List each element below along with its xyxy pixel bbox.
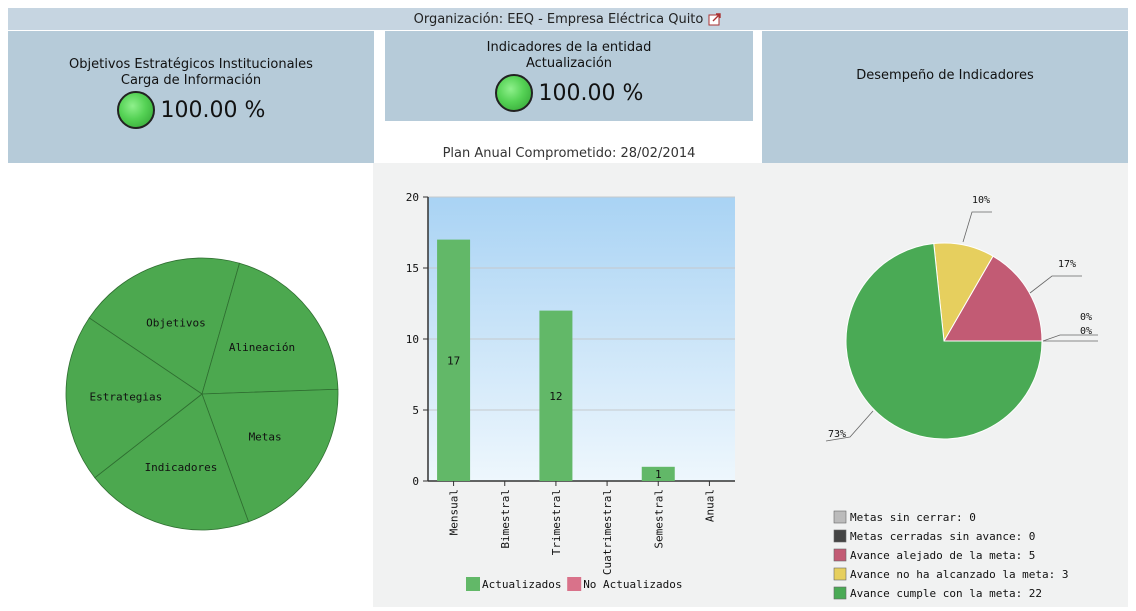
legend-label-avance-cumple-con-la-meta-22: Avance cumple con la meta: 22 (850, 587, 1042, 600)
x-tick-label-trimestral: Trimestral (550, 489, 563, 555)
pie-leader-line (962, 211, 992, 243)
pie-percent-label: 17% (1058, 259, 1076, 270)
legend-swatch-avance-cumple-con-la-meta-22 (833, 586, 847, 600)
performance-header: Desempeño de Indicadores (762, 31, 1128, 163)
legend-label-metas-cerradas-sin-avance-0: Metas cerradas sin avance: 0 (850, 530, 1035, 543)
pie-label-objetivos: Objetivos (146, 316, 206, 329)
y-tick-label: 5 (412, 404, 419, 417)
y-tick-label: 15 (406, 262, 419, 275)
status-indicator-icon (494, 74, 533, 112)
plan-box: Plan Anual Comprometido: 28/02/2014 (385, 121, 753, 163)
legend-label-avance-alejado-de-la-meta-5: Avance alejado de la meta: 5 (850, 549, 1035, 562)
right-chart-area: 0% 0% 17% 10% 73% Metas sin cerrar: 0 Metas c… (762, 163, 1128, 607)
pie-label-metas: Metas (249, 431, 282, 444)
bar-value-label: 1 (655, 468, 662, 481)
legend-swatch-metas-sin-cerrar-0 (833, 510, 847, 524)
legend-label-avance-no-ha-alcanzado-la-meta-3: Avance no ha alcanzado la meta: 3 (850, 568, 1069, 581)
strategic-pie-chart: Objetivos Alineación Metas Indicadores Estra… (65, 257, 339, 531)
frequency-bar-chart: 0 5 10 15 20 Mensual Bimestral Trimestral Cuatri… (406, 191, 735, 591)
pie-label-estrategias: Estrategias (89, 391, 162, 404)
pie-label-indicadores: Indicadores (145, 461, 218, 474)
plan-label: Plan Anual Comprometido: 28/02/2014 (442, 146, 696, 161)
pie-percent-label: 0% (1080, 312, 1092, 323)
left-title-line1: Objetivos Estratégicos Institucionales (69, 57, 313, 72)
legend-label-actualizados: Actualizados (482, 578, 561, 591)
right-title: Desempeño de Indicadores (856, 68, 1034, 83)
external-link-icon[interactable] (708, 12, 722, 26)
entity-indicators-header: Indicadores de la entidad Actualización … (385, 31, 753, 121)
organization-bar: Organización: EEQ - Empresa Eléctrica Qu… (8, 8, 1128, 30)
x-tick-label-semestral: Semestral (652, 489, 665, 549)
x-tick-label-mensual: Mensual (448, 489, 461, 535)
legend-swatch-avance-no-ha-alcanzado-la-meta-3 (833, 567, 847, 581)
pie-percent-label: 10% (972, 195, 990, 206)
strategic-objectives-header: Objetivos Estratégicos Institucionales C… (8, 31, 374, 163)
left-title-line2: Carga de Información (120, 73, 262, 88)
bar-value-label: 17 (447, 354, 460, 367)
pie-percent-label: 0% (1080, 326, 1092, 337)
left-percentage: 100.00 % (160, 97, 266, 123)
pie-label-alineacion: Alineación (229, 341, 295, 354)
middle-percentage: 100.00 % (538, 80, 644, 106)
x-tick-label-anual: Anual (703, 489, 716, 522)
left-chart-area: Objetivos Alineación Metas Indicadores Estra… (8, 163, 374, 607)
performance-pie-chart: 0% 0% 17% 10% 73% Metas sin cerrar: 0 Metas c… (825, 195, 1098, 600)
x-tick-label-bimestral: Bimestral (499, 489, 512, 549)
y-tick-label: 10 (406, 333, 419, 346)
bar-value-label: 12 (549, 390, 562, 403)
pie-leader-line (1029, 275, 1082, 294)
legend-label-metas-sin-cerrar-0: Metas sin cerrar: 0 (850, 511, 976, 524)
legend-swatch-avance-alejado-de-la-meta-5 (833, 548, 847, 562)
legend-swatch-actualizados (466, 577, 480, 591)
organization-label: Organización: EEQ - Empresa Eléctrica Qu… (413, 11, 704, 27)
legend-swatch-metas-cerradas-sin-avance-0 (833, 529, 847, 543)
x-tick-label-cuatrimestral: Cuatrimestral (601, 489, 614, 575)
middle-chart-area: 0 5 10 15 20 Mensual Bimestral Trimestral Cuatri… (373, 163, 763, 607)
status-indicator-icon (116, 91, 155, 129)
pie-percent-label: 73% (828, 429, 846, 440)
legend-swatch-no-actualizados (567, 577, 582, 591)
y-tick-label: 0 (412, 475, 419, 488)
middle-title-line2: Actualización (525, 56, 613, 71)
y-tick-label: 20 (406, 191, 419, 204)
middle-title-line1: Indicadores de la entidad (486, 40, 652, 55)
legend-label-no-actualizados: No Actualizados (583, 578, 682, 591)
